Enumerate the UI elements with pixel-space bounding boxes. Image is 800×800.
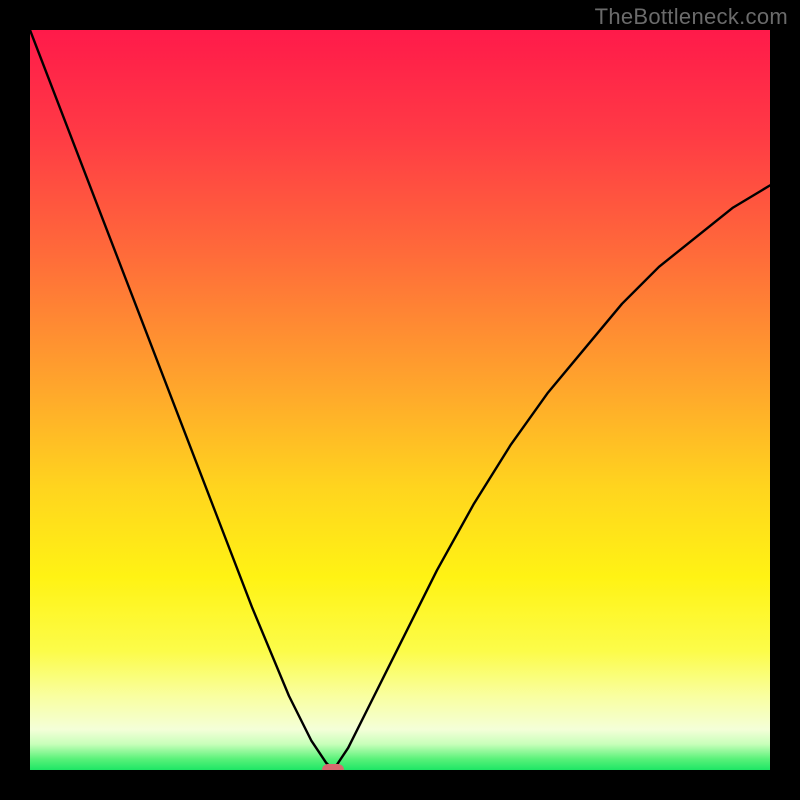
optimal-point-marker (322, 764, 344, 770)
chart-frame: TheBottleneck.com (0, 0, 800, 800)
bottleneck-curve (30, 30, 770, 770)
watermark-text: TheBottleneck.com (595, 4, 788, 30)
plot-area (30, 30, 770, 770)
